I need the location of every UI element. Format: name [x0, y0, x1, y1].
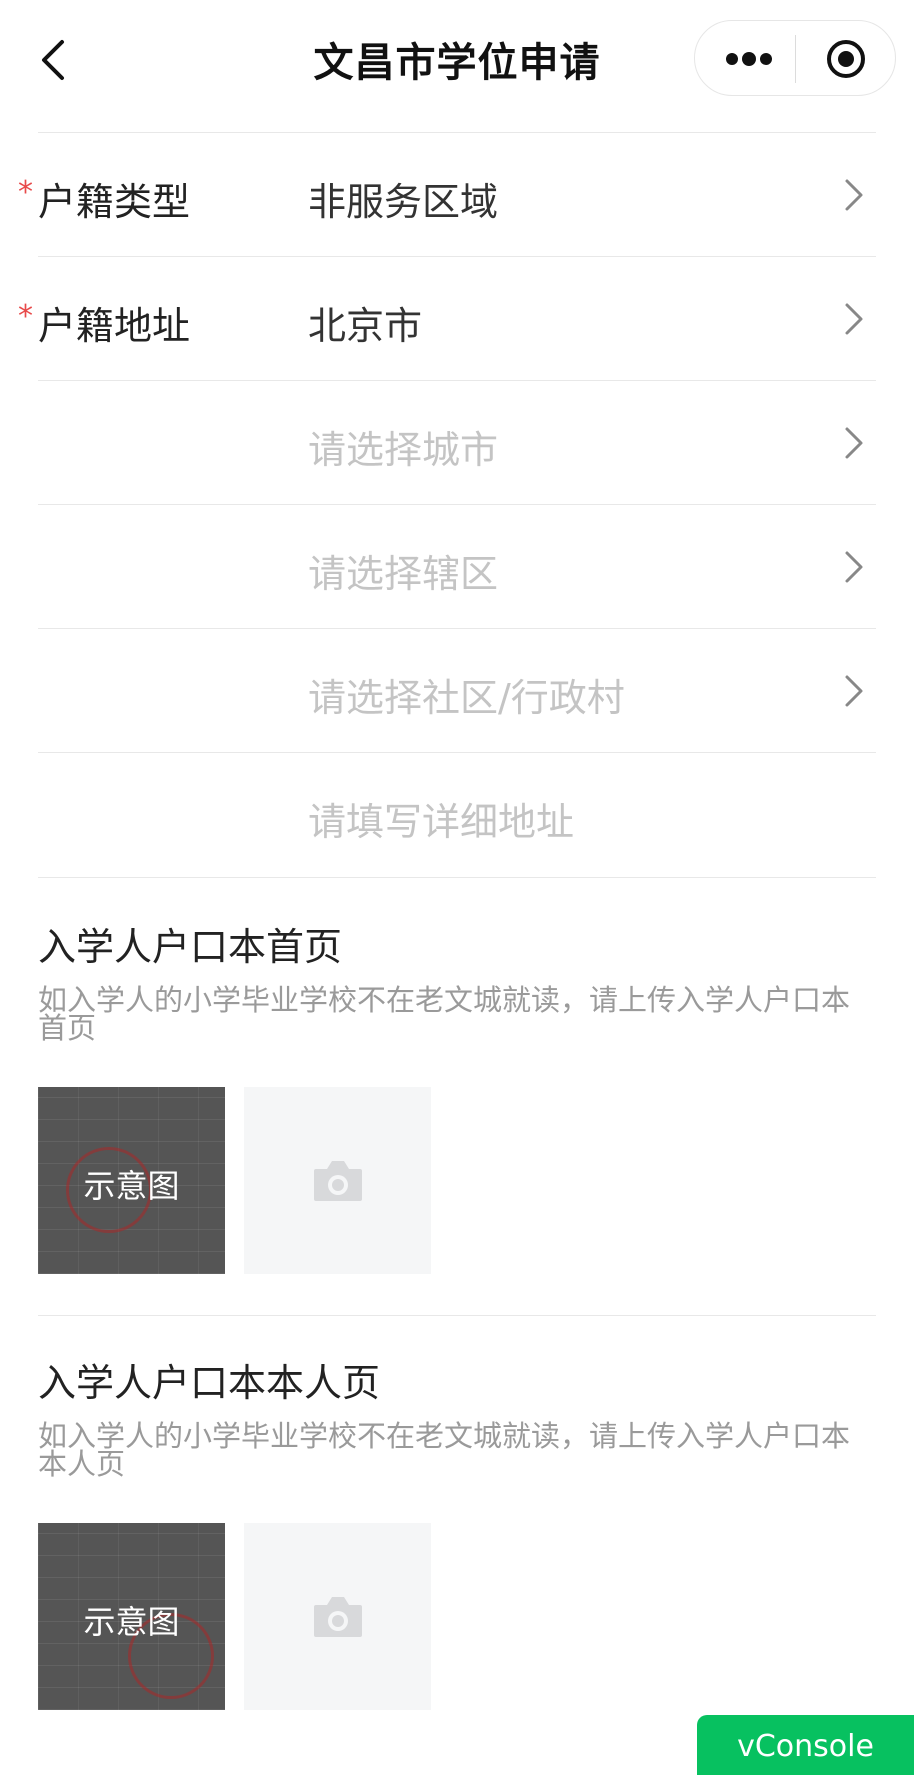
household-type-row[interactable]: * 户籍类型 非服务区域 [18, 132, 876, 257]
district-select-row[interactable]: 请选择辖区 [38, 504, 876, 629]
vconsole-button[interactable]: vConsole [697, 1715, 914, 1775]
required-mark: * [18, 299, 33, 334]
close-miniprogram-icon[interactable] [826, 39, 866, 79]
navigation-bar: 文昌市学位申请 [0, 0, 914, 118]
camera-icon [312, 1593, 364, 1639]
household-type-label: 户籍类型 [38, 180, 191, 224]
city-select[interactable]: 请选择城市 [308, 419, 498, 474]
sample-label: 示意图 [83, 1167, 180, 1205]
household-type-value[interactable]: 非服务区域 [308, 171, 498, 226]
more-options-icon[interactable] [725, 43, 773, 75]
upload-photo-button[interactable] [244, 1523, 431, 1710]
section-title: 入学人户口本首页 [38, 925, 343, 969]
chevron-right-icon [844, 425, 864, 461]
detail-address-input[interactable]: 请填写详细地址 [308, 791, 574, 846]
section-divider [38, 1315, 876, 1316]
sample-image[interactable]: 示意图 [38, 1087, 225, 1274]
description-line: 本人页 [38, 1447, 126, 1481]
chevron-right-icon [844, 549, 864, 585]
upload-section-personal-page: 入学人户口本本人页 如入学人的小学毕业学校不在老文城就读，请上传入学人户口本 本… [38, 1352, 876, 1712]
household-address-label: 户籍地址 [38, 304, 191, 348]
chevron-right-icon [844, 301, 864, 337]
household-address-row[interactable]: * 户籍地址 北京市 [18, 256, 876, 381]
section-description: 如入学人的小学毕业学校不在老文城就读，请上传入学人户口本 本人页 [38, 1419, 868, 1481]
upload-photo-button[interactable] [244, 1087, 431, 1274]
section-title: 入学人户口本本人页 [38, 1361, 381, 1405]
chevron-right-icon [844, 177, 864, 213]
chevron-right-icon [844, 673, 864, 709]
community-select[interactable]: 请选择社区/行政村 [308, 667, 625, 722]
capsule-divider [795, 35, 796, 83]
city-select-row[interactable]: 请选择城市 [38, 380, 876, 505]
section-description: 如入学人的小学毕业学校不在老文城就读，请上传入学人户口本 首页 [38, 983, 868, 1045]
upload-section-first-page: 入学人户口本首页 如入学人的小学毕业学校不在老文城就读，请上传入学人户口本 首页… [38, 916, 876, 1276]
district-select[interactable]: 请选择辖区 [308, 543, 498, 598]
required-mark: * [18, 175, 33, 210]
camera-icon [312, 1157, 364, 1203]
province-value[interactable]: 北京市 [308, 295, 422, 350]
detail-address-row[interactable]: 请填写详细地址 [38, 752, 876, 878]
community-select-row[interactable]: 请选择社区/行政村 [38, 628, 876, 753]
mini-program-capsule [694, 20, 896, 96]
description-line: 如入学人的小学毕业学校不在老文城就读，请上传入学人户口本 [38, 983, 851, 1017]
description-line: 首页 [38, 1011, 97, 1045]
sample-image[interactable]: 示意图 [38, 1523, 225, 1710]
description-line: 如入学人的小学毕业学校不在老文城就读，请上传入学人户口本 [38, 1419, 851, 1453]
sample-label: 示意图 [83, 1603, 180, 1641]
